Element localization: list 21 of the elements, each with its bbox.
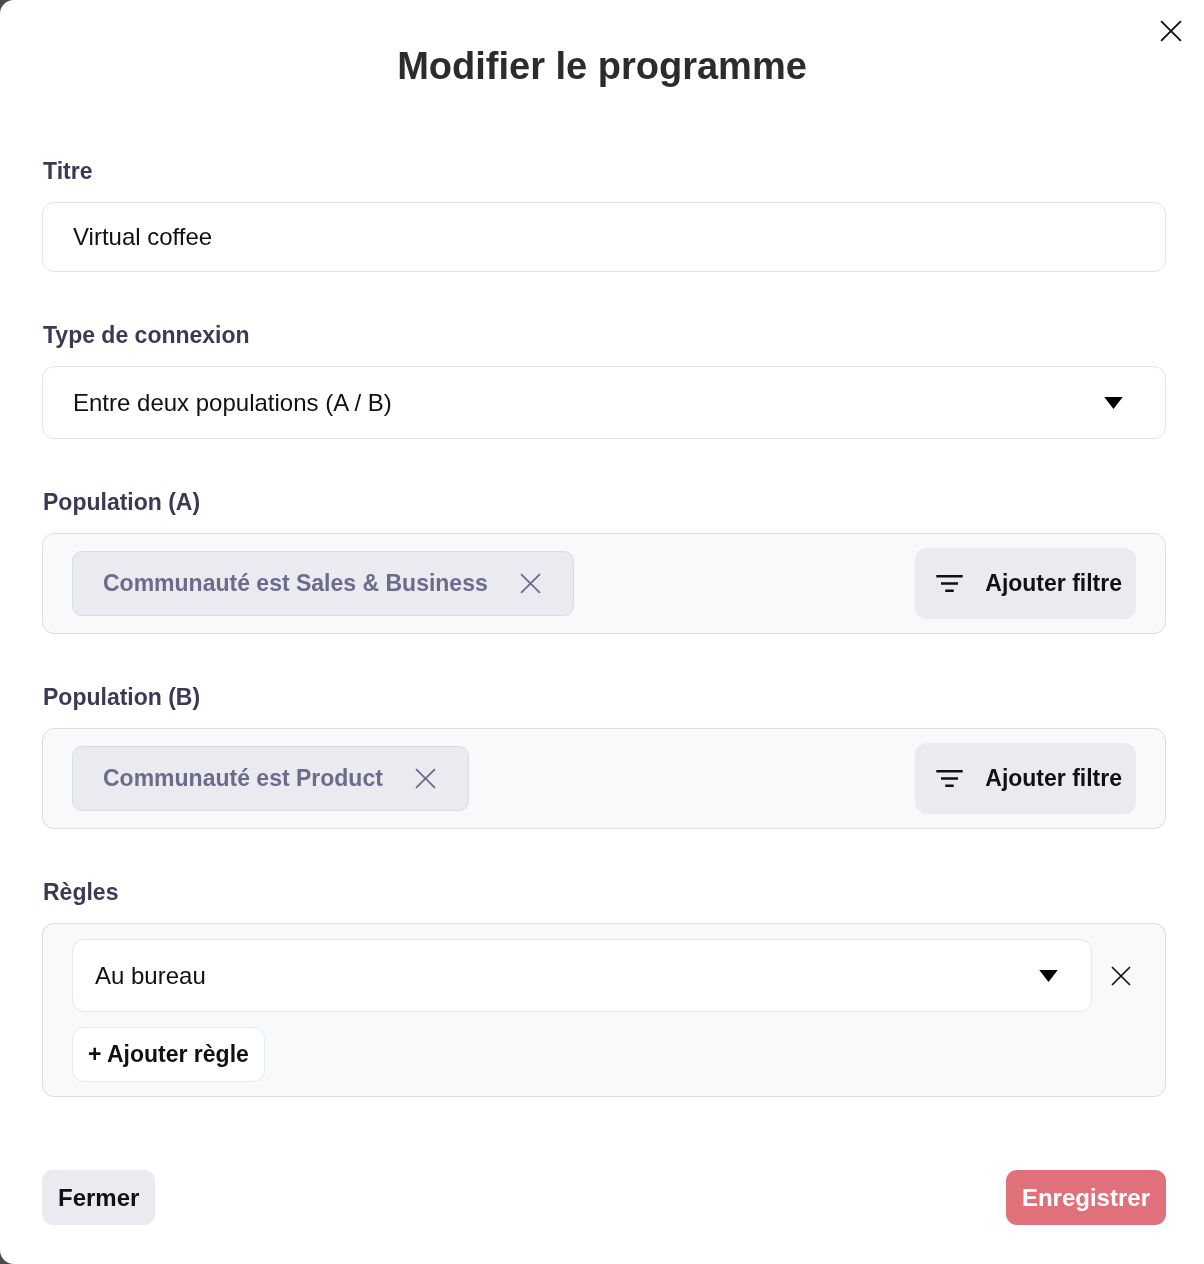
close-icon[interactable]: [1111, 965, 1131, 986]
connection-type-dropdown[interactable]: Entre deux populations (A / B): [42, 366, 1166, 439]
close-icon[interactable]: [1160, 20, 1182, 42]
field-label: Type de connexion: [43, 321, 250, 350]
rule-dropdown[interactable]: Au bureau: [72, 939, 1092, 1012]
caret-icon: [1039, 969, 1058, 982]
filter-icon: [936, 575, 964, 592]
field-label: Règles: [43, 878, 119, 907]
caret-icon: [1104, 396, 1123, 409]
add-filter-button[interactable]: Ajouter filtre: [915, 743, 1136, 814]
add-filter-button[interactable]: Ajouter filtre: [915, 548, 1136, 619]
field-label: Population (B): [43, 683, 201, 712]
dialog-title: Modifier le programme: [397, 44, 807, 89]
field-label: Titre: [43, 157, 93, 186]
filter-icon: [936, 770, 964, 787]
close-button[interactable]: Fermer: [42, 1170, 156, 1225]
add-rule-button[interactable]: + Ajouter règle: [72, 1027, 265, 1082]
filter-chip[interactable]: Communauté est Product: [72, 746, 469, 811]
field-label: Population (A): [43, 488, 201, 517]
filter-chip[interactable]: Communauté est Sales & Business: [72, 551, 574, 616]
text-field[interactable]: Virtual coffee: [42, 202, 1166, 272]
